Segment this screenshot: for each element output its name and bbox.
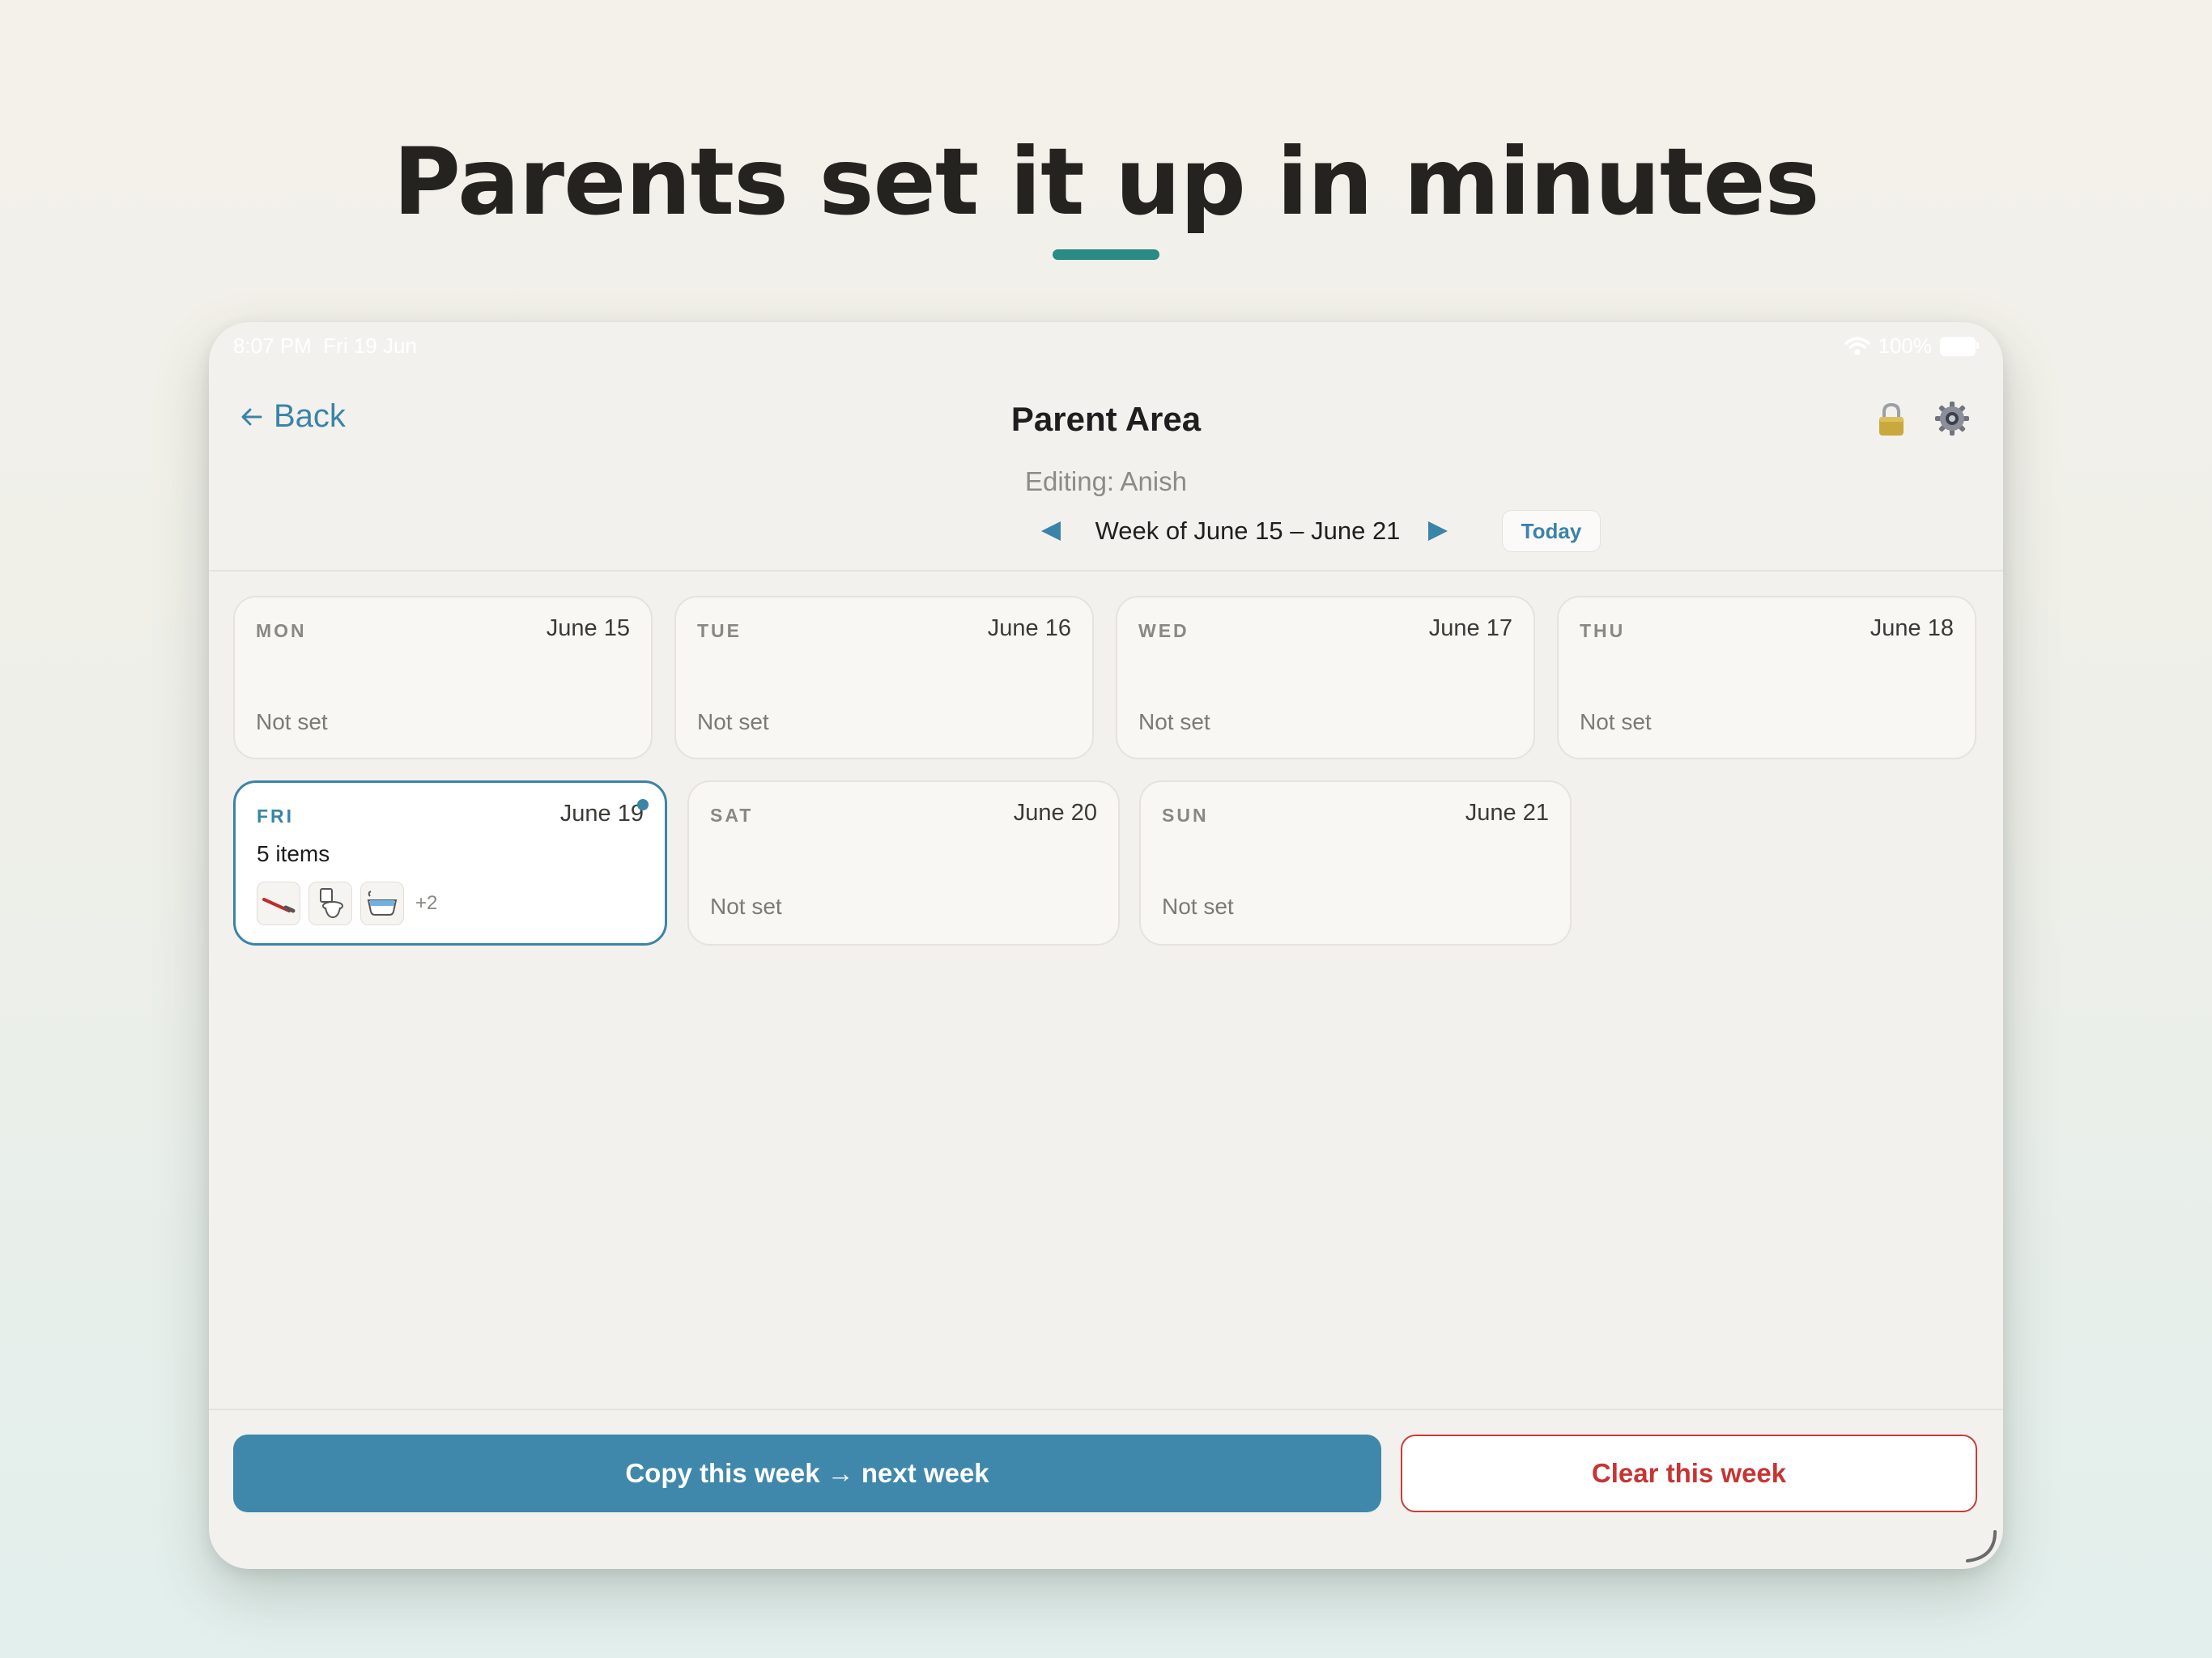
day-status: Not set (1138, 709, 1210, 734)
day-abbr: WED (1138, 620, 1189, 641)
page-title: Parent Area (1010, 400, 1202, 438)
day-card-mon[interactable]: MON June 15 Not set (233, 596, 653, 759)
day-status: Not set (256, 709, 328, 734)
week-label: Week of June 15 – June 21 (1095, 517, 1401, 545)
day-date: June 16 (987, 615, 1071, 641)
more-items-count: +2 (415, 892, 438, 914)
today-button[interactable]: Today (1502, 510, 1601, 552)
battery-percent: 100% (1878, 334, 1933, 358)
day-card-tue[interactable]: TUE June 16 Not set (674, 596, 1094, 759)
day-abbr: SUN (1162, 805, 1209, 826)
headline-underline (1053, 249, 1159, 260)
day-date: June 18 (1870, 615, 1954, 641)
resize-corner-icon (1966, 1530, 1997, 1562)
day-abbr: MON (256, 620, 307, 641)
status-time: 8:07 PM Fri 19 Jun (233, 334, 417, 359)
day-abbr: FRI (257, 806, 295, 827)
day-date: June 19 (559, 801, 644, 827)
day-date: June 21 (1465, 800, 1549, 826)
day-abbr: THU (1580, 620, 1626, 641)
day-status: Not set (697, 709, 769, 734)
thumbnail (257, 882, 300, 925)
gear-icon[interactable] (1933, 400, 1971, 437)
clear-week-button[interactable]: Clear this week (1401, 1435, 1977, 1512)
item-thumbnails: +2 (257, 882, 437, 925)
tablet-screen: 8:07 PM Fri 19 Jun 100% Back Parent Area (209, 322, 2003, 1569)
item-count: 5 items (257, 841, 330, 866)
day-abbr: SAT (710, 805, 754, 826)
previous-week-icon[interactable] (1038, 518, 1064, 544)
day-abbr: TUE (697, 620, 742, 641)
wifi-icon (1844, 336, 1870, 355)
day-date: June 20 (1013, 800, 1097, 826)
day-date: June 15 (546, 615, 630, 641)
battery-icon (1940, 336, 1979, 356)
copy-week-button[interactable]: Copy this week → next week (233, 1435, 1381, 1512)
header-divider (209, 570, 2003, 572)
thumbnail (308, 882, 352, 925)
day-card-sat[interactable]: SAT June 20 Not set (687, 780, 1120, 946)
day-card-thu[interactable]: THU June 18 Not set (1557, 596, 1976, 759)
lock-icon[interactable] (1875, 402, 1908, 437)
status-date: Fri 19 Jun (323, 334, 417, 358)
next-week-icon[interactable] (1425, 518, 1451, 544)
day-card-wed[interactable]: WED June 17 Not set (1116, 596, 1535, 759)
today-dot (637, 799, 649, 810)
day-status: Not set (710, 894, 782, 919)
day-card-sun[interactable]: SUN June 21 Not set (1139, 780, 1572, 946)
status-clock: 8:07 PM (233, 334, 312, 358)
footer-divider (209, 1409, 2003, 1410)
day-status: Not set (1580, 709, 1652, 734)
status-indicators: 100% (1844, 334, 1979, 359)
day-status: Not set (1162, 894, 1234, 919)
thumbnail (360, 882, 404, 925)
bath-icon (367, 891, 398, 916)
headline: Parents set it up in minutes (393, 128, 1820, 236)
day-card-fri[interactable]: FRI June 19 5 items +2 (233, 780, 667, 946)
week-navigator: Week of June 15 – June 21 Today (209, 510, 2003, 559)
editing-child-label: Editing: Anish (1025, 466, 1187, 496)
toothbrush-icon (262, 898, 296, 913)
day-date: June 17 (1428, 615, 1512, 641)
status-bar: 8:07 PM Fri 19 Jun 100% (209, 332, 2003, 364)
toilet-icon (320, 888, 343, 919)
